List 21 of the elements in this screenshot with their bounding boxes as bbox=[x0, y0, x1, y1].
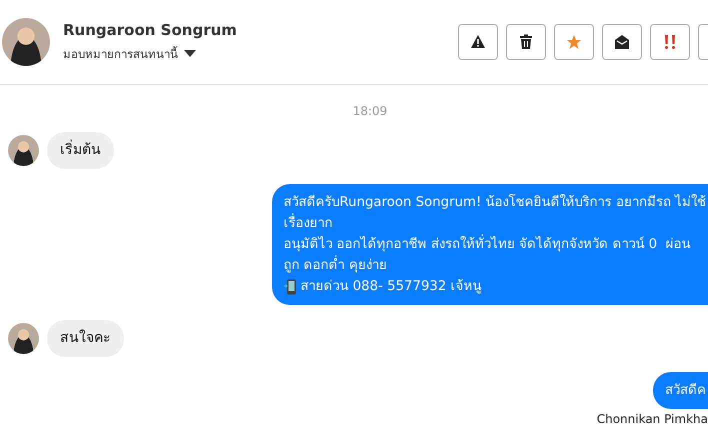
warning-icon bbox=[470, 34, 486, 50]
avatar bbox=[2, 18, 50, 66]
assign-label[interactable]: มอบหมายการสนทนานี้ bbox=[63, 45, 178, 63]
message-bubble: เริ่มต้น bbox=[47, 132, 114, 169]
phone-icon bbox=[284, 278, 296, 294]
exclamation-icon bbox=[662, 34, 678, 50]
toolbar-button[interactable] bbox=[602, 24, 642, 60]
toolbar-button[interactable] bbox=[458, 24, 498, 60]
message-bubble: สนใจคะ bbox=[47, 320, 124, 357]
sender-name: Chonnikan Pimkha bbox=[596, 412, 708, 426]
envelope-icon bbox=[614, 34, 630, 50]
avatar bbox=[8, 323, 39, 354]
star-icon bbox=[566, 34, 582, 50]
message-bubble: สวัสดีครับRungaroon Songrum! น้องโชคยินดีให้บริการ อยากมีรถ ไม่ใช้ เรื่องยาก อนุมัติไว ออกได้ทุกอาชีพ ส่งรถให้ทั่วไทย จัดได้ทุกจังหวัด ดาวน์ 0 ผ่อน ถูก ดอกต่ำ คุยง่าย สายด่วน 088- 5577932 เจ้หนู bbox=[272, 184, 708, 305]
contact-name: Rungaroon Songrum bbox=[63, 21, 237, 39]
avatar bbox=[8, 135, 39, 166]
toolbar-button[interactable] bbox=[506, 24, 546, 60]
message-bubble: สวัสดีค bbox=[653, 372, 708, 409]
timestamp: 18:09 bbox=[352, 104, 388, 118]
trash-icon bbox=[518, 34, 534, 50]
caret-icon[interactable] bbox=[184, 50, 196, 58]
